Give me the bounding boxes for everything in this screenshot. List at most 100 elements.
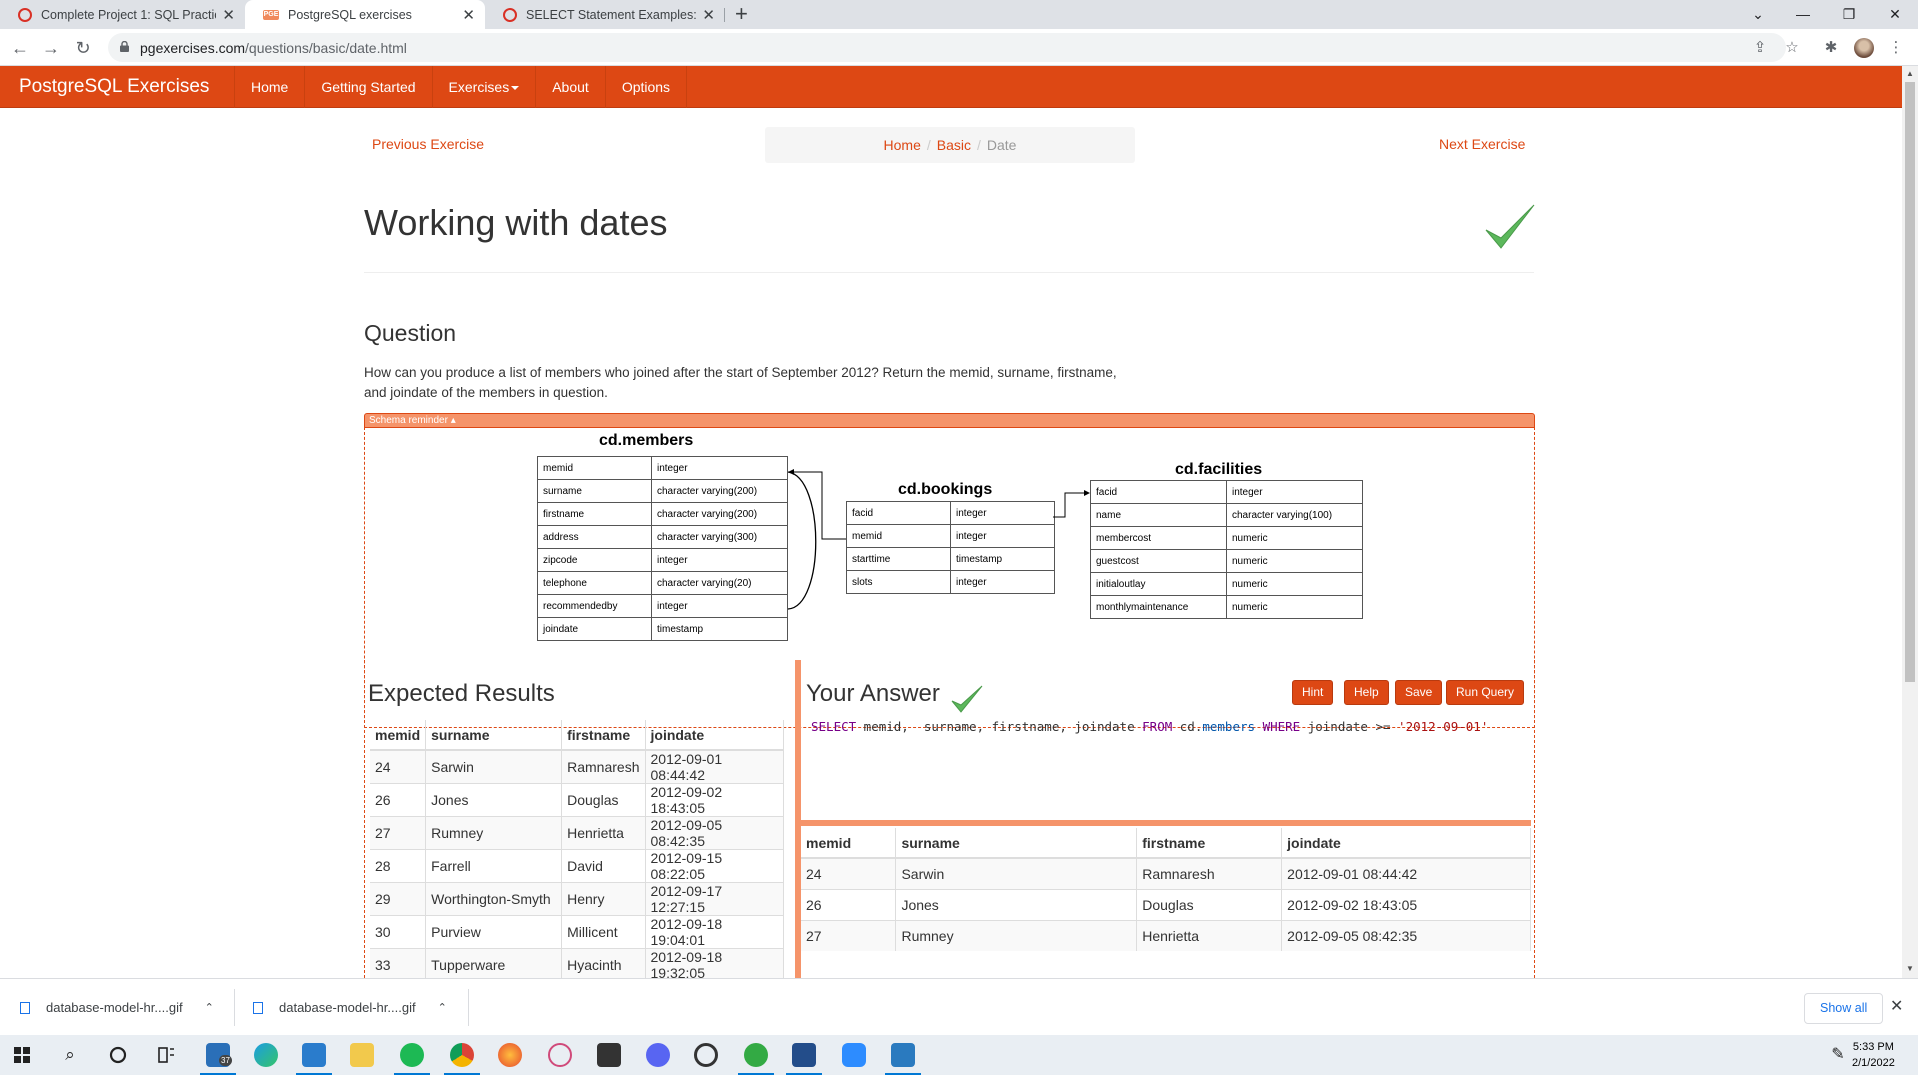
column-header[interactable]: surname — [895, 828, 1138, 859]
table-cell: 26 — [370, 783, 427, 817]
discord-icon[interactable] — [646, 1043, 670, 1067]
column-header[interactable]: firstname — [1136, 828, 1283, 859]
table-cell: 24 — [801, 857, 897, 889]
tab-select-statement[interactable]: SELECT Statement Examples: FSW ✕ — [485, 0, 725, 29]
editor-results-resize-handle[interactable] — [801, 820, 1531, 826]
tab-sql-practice[interactable]: Complete Project 1: SQL Practice ✕ — [0, 0, 245, 29]
table-cell: Henrietta — [561, 816, 646, 850]
nav-about[interactable]: About — [535, 66, 605, 108]
windows-start-icon[interactable] — [10, 1043, 34, 1067]
address-bar[interactable]: pgexercises.com/questions/basic/date.htm… — [108, 33, 1786, 62]
search-icon[interactable]: ⌕ — [58, 1043, 82, 1067]
help-button[interactable]: Help — [1344, 680, 1389, 705]
answer-results-table: memid surname firstname joindate 24 Sarwin Ra… — [801, 828, 1531, 951]
column-header[interactable]: memid — [370, 720, 427, 751]
profile-avatar[interactable] — [1854, 38, 1874, 58]
tab-search-chevron-icon[interactable]: ⌄ — [1735, 0, 1781, 29]
download-item[interactable]: database-model-hr....gif ⌃ — [20, 979, 214, 1036]
photos-icon[interactable] — [885, 1043, 921, 1075]
table-cell: Worthington-Smyth — [425, 882, 563, 916]
file-explorer-icon[interactable] — [350, 1043, 374, 1067]
breadcrumb-basic[interactable]: Basic — [937, 137, 971, 153]
sql-condition: joindate >= — [1300, 719, 1399, 734]
scroll-down-arrow-icon[interactable]: ▼ — [1906, 964, 1914, 973]
table-cell: 2012-09-02 18:43:05 — [1281, 888, 1531, 920]
chevron-up-icon[interactable]: ⌃ — [205, 1001, 214, 1014]
network-app-icon[interactable] — [548, 1043, 572, 1067]
show-all-downloads-button[interactable]: Show all — [1804, 993, 1884, 1024]
table-cell: 2012-09-01 08:44:42 — [1281, 857, 1531, 889]
schema-reminder-toggle[interactable]: Schema reminder ▴ — [364, 413, 1535, 428]
slack-icon[interactable] — [738, 1043, 774, 1075]
download-separator — [468, 989, 469, 1026]
table-cell: Douglas — [561, 783, 646, 817]
save-button[interactable]: Save — [1395, 680, 1443, 705]
vscode-icon[interactable] — [296, 1043, 332, 1075]
chrome-icon[interactable] — [444, 1043, 480, 1075]
photo-app-icon[interactable] — [597, 1043, 621, 1067]
page-scrollbar[interactable]: ▲ ▼ — [1902, 66, 1918, 978]
column-header[interactable]: joindate — [1281, 828, 1531, 859]
scrollbar-thumb[interactable] — [1905, 82, 1915, 682]
run-query-button[interactable]: Run Query — [1446, 680, 1525, 705]
next-exercise-link[interactable]: Next Exercise — [1439, 136, 1525, 152]
column-header[interactable]: firstname — [561, 720, 646, 751]
reload-icon[interactable]: ↻ — [70, 35, 96, 61]
tab-postgresql-exercises[interactable]: PGE PostgreSQL exercises ✕ — [245, 0, 485, 29]
share-icon[interactable]: ⇪ — [1750, 38, 1770, 58]
task-view-icon[interactable] — [154, 1043, 178, 1067]
sql-editor[interactable]: SELECT memid, surname, firstname, joinda… — [811, 719, 1488, 734]
close-window-icon[interactable]: ✕ — [1872, 0, 1918, 29]
database-app-icon[interactable] — [786, 1043, 822, 1075]
bookmark-star-icon[interactable]: ☆ — [1782, 38, 1802, 58]
nav-options[interactable]: Options — [604, 66, 688, 108]
table-row: 29 Worthington-Smyth Henry 2012-09-17 12:27… — [370, 882, 784, 916]
new-tab-icon[interactable]: + — [735, 1, 748, 27]
table-row: 28 Farrell David 2012-09-15 08:22:05 — [370, 849, 784, 883]
steam-icon[interactable] — [694, 1043, 718, 1067]
zoom-icon[interactable] — [842, 1043, 866, 1067]
firefox-icon[interactable] — [498, 1043, 522, 1067]
forward-arrow-icon[interactable]: → — [38, 35, 64, 61]
table-row: 24 Sarwin Ramnaresh 2012-09-01 08:44:42 — [370, 749, 784, 784]
sql-table: members — [1202, 719, 1256, 734]
previous-exercise-link[interactable]: Previous Exercise — [372, 136, 484, 152]
menu-kebab-icon[interactable]: ⋮ — [1886, 38, 1906, 58]
pen-icon[interactable]: ✎ — [1826, 1043, 1850, 1067]
back-arrow-icon[interactable]: ← — [7, 35, 33, 61]
download-filename: database-model-hr....gif — [279, 1000, 416, 1015]
close-tab-icon[interactable]: ✕ — [462, 6, 475, 24]
column-header[interactable]: surname — [425, 720, 563, 751]
chevron-up-icon[interactable]: ⌃ — [438, 1001, 447, 1014]
system-clock[interactable]: 5:33 PM 2/1/2022 — [1852, 1039, 1895, 1071]
scroll-up-arrow-icon[interactable]: ▲ — [1906, 69, 1914, 78]
url-text: pgexercises.com/questions/basic/date.htm… — [140, 40, 407, 56]
close-downloads-icon[interactable]: ✕ — [1890, 996, 1903, 1016]
close-tab-icon[interactable]: ✕ — [702, 6, 715, 24]
cortana-icon[interactable] — [106, 1043, 130, 1067]
restore-icon[interactable]: ❐ — [1826, 0, 1872, 29]
hint-button[interactable]: Hint — [1292, 680, 1334, 705]
breadcrumb-home[interactable]: Home — [884, 137, 921, 153]
column-header[interactable]: memid — [801, 828, 897, 859]
sql-schema: cd. — [1172, 719, 1203, 734]
close-tab-icon[interactable]: ✕ — [222, 6, 235, 24]
spotify-icon[interactable] — [394, 1043, 430, 1075]
table-cell: 2012-09-05 08:42:35 — [645, 816, 784, 850]
your-answer-panel: Your Answer Hint Help Save Run Query SEL… — [801, 660, 1535, 978]
column-header[interactable]: joindate — [645, 720, 784, 751]
table-cell: 30 — [370, 915, 427, 949]
mail-icon[interactable]: 37 — [200, 1043, 236, 1075]
sql-keyword: FROM — [1142, 719, 1173, 734]
table-cell: 24 — [370, 749, 427, 784]
extensions-puzzle-icon[interactable]: ✱ — [1821, 38, 1841, 58]
edge-icon[interactable] — [254, 1043, 278, 1067]
table-cell: Henrietta — [1136, 919, 1283, 951]
nav-home[interactable]: Home — [234, 66, 304, 108]
download-item[interactable]: database-model-hr....gif ⌃ — [253, 979, 447, 1036]
site-brand[interactable]: PostgreSQL Exercises — [19, 76, 209, 98]
table-cell: 28 — [370, 849, 427, 883]
nav-exercises[interactable]: Exercises — [431, 66, 536, 108]
minimize-icon[interactable]: — — [1780, 0, 1826, 29]
nav-getting-started[interactable]: Getting Started — [304, 66, 431, 108]
